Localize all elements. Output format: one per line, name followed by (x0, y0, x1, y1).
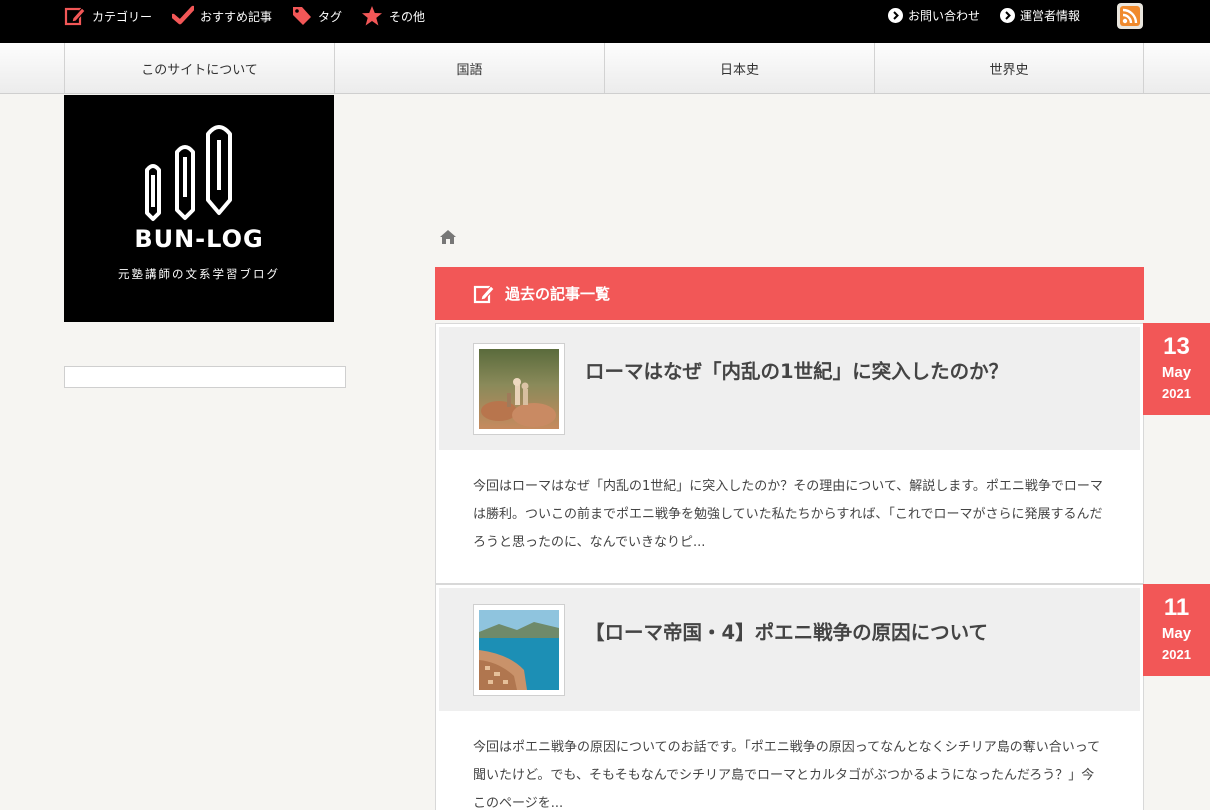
article-header[interactable]: ローマはなぜ「内乱の1世紀」に突入したのか？ (439, 327, 1140, 450)
archive-heading-label: 過去の記事一覧 (505, 285, 611, 303)
article-excerpt: 今回はローマはなぜ「内乱の1世紀」に突入したのか？その理由について、解説します。… (473, 479, 1103, 550)
topnav-categories[interactable]: カテゴリー (64, 3, 152, 29)
edit-icon (64, 7, 86, 26)
site-logo[interactable]: BUN-LOG 元塾講師の文系学習ブログ (64, 95, 334, 322)
article-excerpt: 今回はポエニ戦争の原因についてのお話です。「ポエニ戦争の原因ってなんとなくシチリ… (473, 740, 1101, 810)
breadcrumb-home[interactable] (440, 229, 456, 248)
rss-icon (1120, 6, 1140, 26)
article-card: 【ローマ帝国・4】ポエニ戦争の原因について 今回はポエニ戦争の原因についてのお話… (435, 584, 1144, 810)
top-bar: カテゴリー おすすめ記事 タグ その他 お問い合わせ 運営者情報 (0, 0, 1210, 43)
date-year: 2021 (1162, 647, 1191, 662)
rss-button[interactable] (1117, 3, 1143, 29)
main-nav: このサイトについて 国語 日本史 世界史 (0, 43, 1210, 94)
home-icon (440, 230, 456, 244)
topnav-label: おすすめ記事 (200, 9, 273, 24)
chevron-circle-icon (888, 7, 903, 23)
operator-info-link[interactable]: 運営者情報 (1000, 5, 1080, 25)
article-thumbnail[interactable] (473, 343, 565, 435)
nav-japanese[interactable]: 国語 (334, 43, 604, 93)
topnav-label: タグ (318, 9, 343, 24)
star-icon (362, 6, 382, 26)
operator-info-label: 運営者情報 (1020, 8, 1081, 23)
date-day: 13 (1163, 333, 1190, 360)
article-title[interactable]: 【ローマ帝国・4】ポエニ戦争の原因について (585, 616, 988, 645)
date-year: 2021 (1162, 386, 1191, 401)
article-date: 11 May 2021 (1143, 584, 1210, 676)
topnav-recommended[interactable]: おすすめ記事 (172, 3, 272, 29)
pencils-icon (145, 125, 232, 221)
nav-japanese-history[interactable]: 日本史 (604, 43, 874, 93)
date-day: 11 (1163, 594, 1190, 621)
article-thumbnail[interactable] (473, 604, 565, 696)
date-month: May (1161, 364, 1192, 381)
archive-heading: 過去の記事一覧 (435, 267, 1144, 320)
chevron-circle-icon (1000, 7, 1015, 23)
topnav-tags[interactable]: タグ (292, 3, 342, 29)
nav-about[interactable]: このサイトについて (64, 43, 334, 93)
contact-link[interactable]: お問い合わせ (888, 5, 980, 25)
wooden-figures-image (479, 349, 559, 429)
article-date: 13 May 2021 (1143, 323, 1210, 415)
coastal-town-image (479, 610, 559, 690)
logo-title: BUN-LOG (134, 225, 264, 253)
article-title[interactable]: ローマはなぜ「内乱の1世紀」に突入したのか？ (585, 355, 1008, 384)
check-icon (172, 5, 194, 25)
topnav-label: カテゴリー (92, 9, 153, 24)
article-header[interactable]: 【ローマ帝国・4】ポエニ戦争の原因について (439, 588, 1140, 711)
topnav-label: その他 (389, 9, 426, 24)
article-card: ローマはなぜ「内乱の1世紀」に突入したのか？ 今回はローマはなぜ「内乱の1世紀」… (435, 323, 1144, 584)
edit-icon (473, 284, 495, 303)
logo-subtitle: 元塾講師の文系学習ブログ (118, 267, 280, 281)
topnav-other[interactable]: その他 (361, 3, 425, 29)
tag-icon (293, 7, 311, 25)
date-month: May (1161, 625, 1192, 642)
contact-label: お問い合わせ (908, 8, 981, 23)
sidebar-widget (64, 366, 346, 388)
nav-world-history[interactable]: 世界史 (874, 43, 1144, 93)
